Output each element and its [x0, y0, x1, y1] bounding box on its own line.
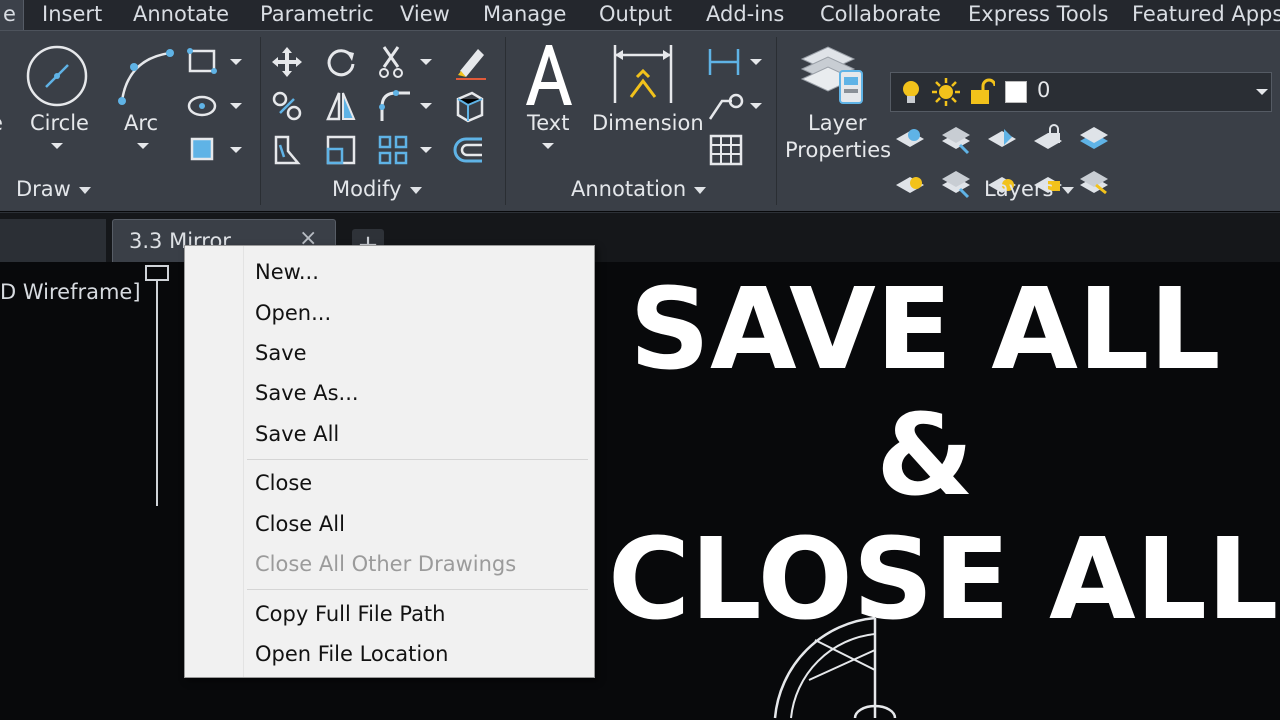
menu-item-save-as[interactable]: Save As... — [255, 381, 359, 405]
dimension-icon[interactable] — [609, 41, 677, 107]
layer-on-icon — [896, 177, 924, 193]
layer-off-icon — [896, 129, 924, 147]
erase-icon[interactable] — [452, 43, 490, 81]
fillet-icon[interactable] — [376, 87, 436, 125]
ribbon-tab-parametric[interactable]: Parametric — [260, 0, 374, 30]
hatch-icon[interactable] — [186, 89, 246, 123]
offset-icon[interactable] — [452, 133, 486, 167]
ribbon-tab-manage[interactable]: Manage — [483, 0, 566, 30]
menu-item-close-all-other-drawings: Close All Other Drawings — [255, 552, 517, 576]
chevron-down-icon[interactable] — [50, 141, 64, 151]
layer-dropdown[interactable]: 0 — [890, 72, 1272, 112]
annotation-panel-title[interactable]: Annotation — [571, 174, 707, 204]
layer-lock-icon — [1034, 124, 1062, 149]
draw-panel-title[interactable]: Draw — [16, 174, 91, 204]
headline-line-1: SAVE ALL — [629, 265, 1221, 395]
mirror-icon[interactable] — [324, 89, 358, 123]
layer-walk-icon — [1080, 171, 1108, 195]
current-layer-name: 0 — [1037, 78, 1051, 102]
layer-isolate-icon — [942, 127, 970, 155]
boundary-icon[interactable] — [186, 133, 246, 167]
ribbon-tab-featured-apps[interactable]: Featured Apps — [1132, 0, 1280, 30]
copy-icon[interactable] — [270, 89, 304, 123]
arc-icon[interactable] — [112, 43, 178, 109]
scale-icon[interactable] — [324, 133, 358, 167]
headline-ampersand: & — [876, 391, 974, 521]
layer-properties-icon[interactable] — [798, 41, 868, 107]
menu-item-save[interactable]: Save — [255, 341, 307, 365]
ribbon-tab-view[interactable]: View — [400, 0, 450, 30]
arc-button-label[interactable]: Arc — [124, 111, 158, 135]
linear-dimension-icon[interactable] — [706, 45, 766, 79]
move-icon[interactable] — [270, 45, 304, 79]
file-tab-context-menu: New... Open... Save Save As... Save All … — [184, 245, 595, 678]
ribbon-tab-bar: e Insert Annotate Parametric View Manage… — [0, 0, 1280, 30]
panel-divider — [260, 37, 261, 205]
layer-match-icon — [1080, 127, 1108, 149]
circle-button-label[interactable]: Circle — [30, 111, 89, 135]
menu-item-close-all[interactable]: Close All — [255, 512, 345, 536]
explode-icon[interactable] — [452, 89, 486, 123]
ribbon-tab-annotate[interactable]: Annotate — [133, 0, 229, 30]
layers-panel-title[interactable]: Layers — [984, 174, 1074, 204]
menu-icon-gutter — [185, 246, 244, 677]
menu-item-open[interactable]: Open... — [255, 301, 331, 325]
file-tab-previous[interactable] — [0, 219, 106, 263]
text-icon[interactable] — [520, 39, 578, 109]
layer-freeze-icon — [988, 129, 1016, 147]
sun-icon[interactable] — [931, 77, 961, 107]
rotate-icon[interactable] — [324, 45, 358, 79]
array-icon[interactable] — [376, 131, 436, 169]
ribbon-tab-output[interactable]: Output — [599, 0, 672, 30]
table-icon[interactable] — [708, 133, 744, 167]
menu-item-new[interactable]: New... — [255, 260, 319, 284]
menu-item-open-file-location[interactable]: Open File Location — [255, 642, 448, 666]
ribbon-tab-express-tools[interactable]: Express Tools — [968, 0, 1108, 30]
menu-item-save-all[interactable]: Save All — [255, 422, 339, 446]
ribbon-tab-home[interactable]: e — [0, 0, 24, 30]
menu-item-copy-full-file-path[interactable]: Copy Full File Path — [255, 602, 445, 626]
menu-separator — [247, 589, 588, 590]
line-tool-label-partial[interactable]: e — [0, 111, 3, 135]
circle-icon[interactable] — [24, 43, 90, 109]
ribbon: e Circle Arc Draw — [0, 30, 1280, 211]
modify-panel-title[interactable]: Modify — [332, 174, 422, 204]
dimension-button-label[interactable]: Dimension — [592, 111, 704, 135]
chevron-down-icon[interactable] — [541, 141, 555, 151]
ribbon-tab-collaborate[interactable]: Collaborate — [820, 0, 941, 30]
trim-icon[interactable] — [376, 43, 436, 81]
layer-properties-label-line1[interactable]: Layer — [808, 111, 867, 135]
layer-color-swatch — [1005, 81, 1027, 103]
layer-tools-row-1 — [896, 124, 1108, 155]
layer-unisolate-icon — [942, 171, 970, 199]
unlock-icon[interactable] — [969, 78, 995, 106]
chevron-down-icon[interactable] — [1255, 87, 1269, 97]
layer-properties-label-line2[interactable]: Properties — [785, 138, 891, 162]
headline-line-3: CLOSE ALL — [608, 515, 1279, 645]
panel-divider — [505, 37, 506, 205]
rectangle-icon[interactable] — [186, 45, 246, 79]
stretch-icon[interactable] — [270, 133, 304, 167]
vertical-line-geometry — [145, 265, 169, 506]
menu-item-close[interactable]: Close — [255, 471, 312, 495]
lightbulb-icon[interactable] — [899, 79, 923, 105]
menu-separator — [247, 459, 588, 460]
panel-divider — [776, 37, 777, 205]
viewport-visual-style-label[interactable]: D Wireframe] — [0, 280, 141, 304]
leader-icon[interactable] — [706, 89, 766, 123]
ribbon-tab-insert[interactable]: Insert — [42, 0, 102, 30]
chevron-down-icon[interactable] — [136, 141, 150, 151]
ribbon-tab-add-ins[interactable]: Add-ins — [706, 0, 784, 30]
text-button-label[interactable]: Text — [527, 111, 569, 135]
